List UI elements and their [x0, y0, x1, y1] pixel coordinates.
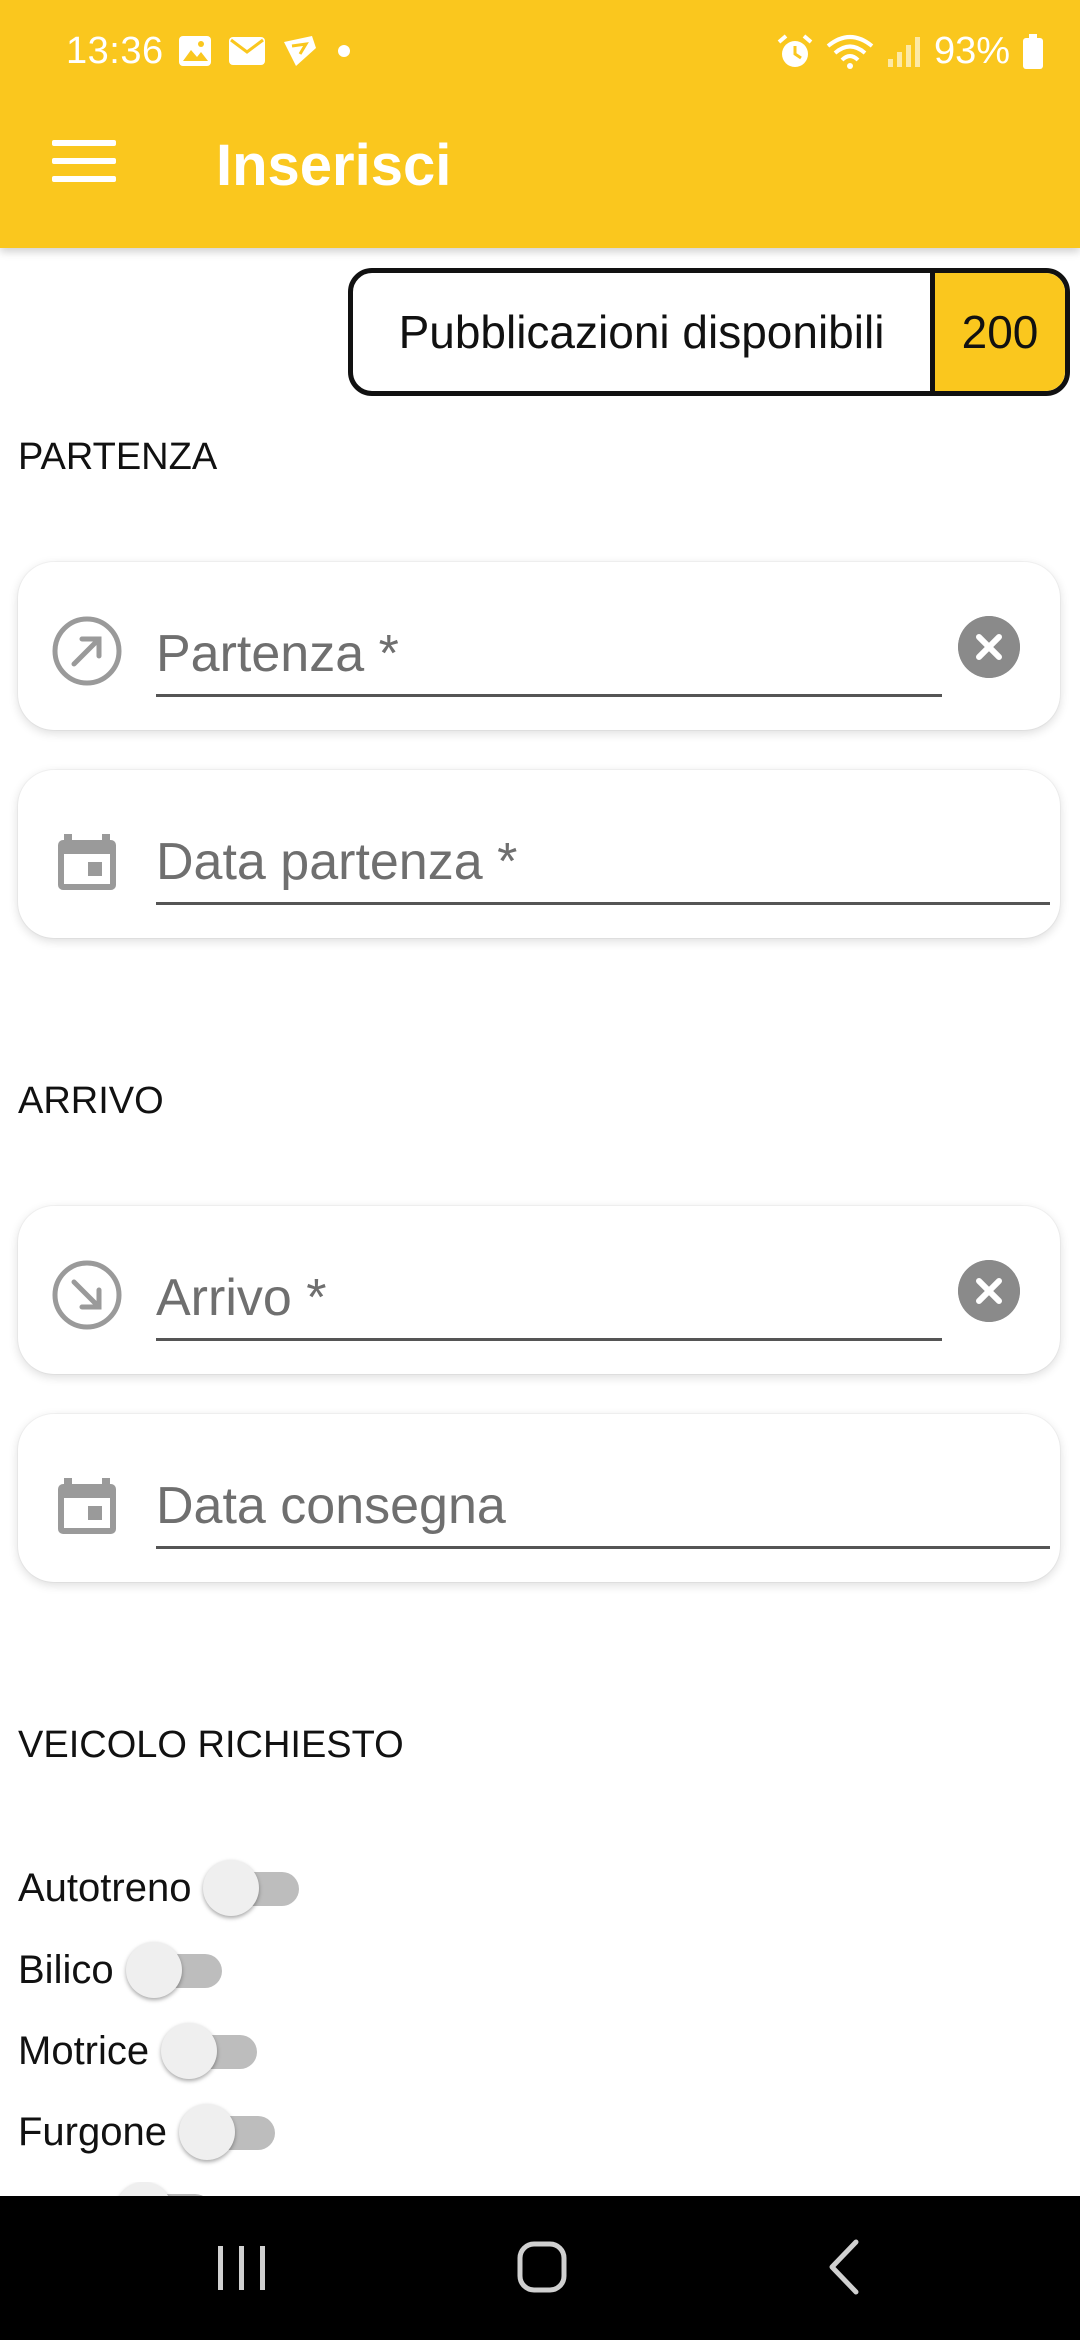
menu-icon[interactable]	[52, 140, 116, 188]
system-icons: 93%	[776, 30, 1044, 73]
system-nav-bar	[0, 2196, 1080, 2340]
vehicle-option-furgone: Furgone	[18, 2104, 275, 2160]
app-header: 13:36 93% Inserisci	[0, 0, 1080, 248]
publications-counter: Pubblicazioni disponibili 200	[348, 268, 1070, 396]
motrice-toggle[interactable]	[161, 2023, 258, 2079]
calendar-icon	[58, 834, 116, 890]
publications-count: 200	[935, 273, 1065, 391]
app-notification-icon	[284, 36, 316, 66]
vehicle-option-motrice: Motrice	[18, 2023, 258, 2079]
arrivo-input[interactable]: Arrivo *	[156, 1258, 942, 1341]
partenza-date-card[interactable]: Data partenza *	[18, 770, 1060, 938]
notification-icons	[178, 34, 354, 68]
recent-apps-icon[interactable]	[202, 2232, 282, 2302]
vehicle-option-autotreno: Autotreno	[18, 1860, 300, 1916]
gallery-icon	[179, 36, 211, 66]
departure-arrow-icon	[52, 616, 122, 686]
autotreno-toggle[interactable]	[203, 1860, 300, 1916]
home-icon[interactable]	[502, 2232, 582, 2302]
page-title: Inserisci	[216, 133, 452, 198]
status-bar: 13:36 93%	[0, 0, 1080, 104]
arrivo-date-card[interactable]: Data consegna	[18, 1414, 1060, 1582]
bilico-toggle[interactable]	[125, 1942, 222, 1998]
back-icon[interactable]	[806, 2232, 886, 2302]
battery-percent: 93%	[933, 30, 1010, 72]
arrival-arrow-icon	[52, 1260, 122, 1330]
data-partenza-input[interactable]: Data partenza *	[156, 822, 1050, 905]
partenza-location-card[interactable]: Partenza *	[18, 562, 1060, 730]
section-veicolo-title: VEICOLO RICHIESTO	[18, 1724, 404, 1766]
vehicle-option-label: Bilico	[18, 1947, 114, 1992]
publications-label: Pubblicazioni disponibili	[353, 273, 935, 391]
signal-icon	[887, 36, 920, 67]
alarm-icon	[777, 33, 813, 67]
status-time: 13:36	[66, 30, 164, 72]
vehicle-option-label: Motrice	[18, 2028, 150, 2073]
furgone-toggle[interactable]	[178, 2104, 275, 2160]
dot-icon	[338, 45, 350, 57]
section-partenza-title: PARTENZA	[18, 436, 218, 478]
arrivo-location-card[interactable]: Arrivo *	[18, 1206, 1060, 1374]
vehicle-option-label: Autotreno	[18, 1865, 192, 1910]
section-arrivo-title: ARRIVO	[18, 1080, 164, 1122]
mail-icon	[229, 37, 265, 65]
battery-icon	[1023, 33, 1043, 69]
clear-partenza-icon[interactable]	[958, 616, 1020, 678]
calendar-icon	[58, 1478, 116, 1534]
data-consegna-input[interactable]: Data consegna	[156, 1466, 1050, 1549]
clear-arrivo-icon[interactable]	[958, 1260, 1020, 1322]
wifi-icon	[826, 34, 874, 69]
vehicle-option-bilico: Bilico	[18, 1942, 222, 1998]
vehicle-option-label: Furgone	[18, 2109, 167, 2154]
partenza-input[interactable]: Partenza *	[156, 614, 942, 697]
partial-toggle	[116, 2182, 212, 2196]
